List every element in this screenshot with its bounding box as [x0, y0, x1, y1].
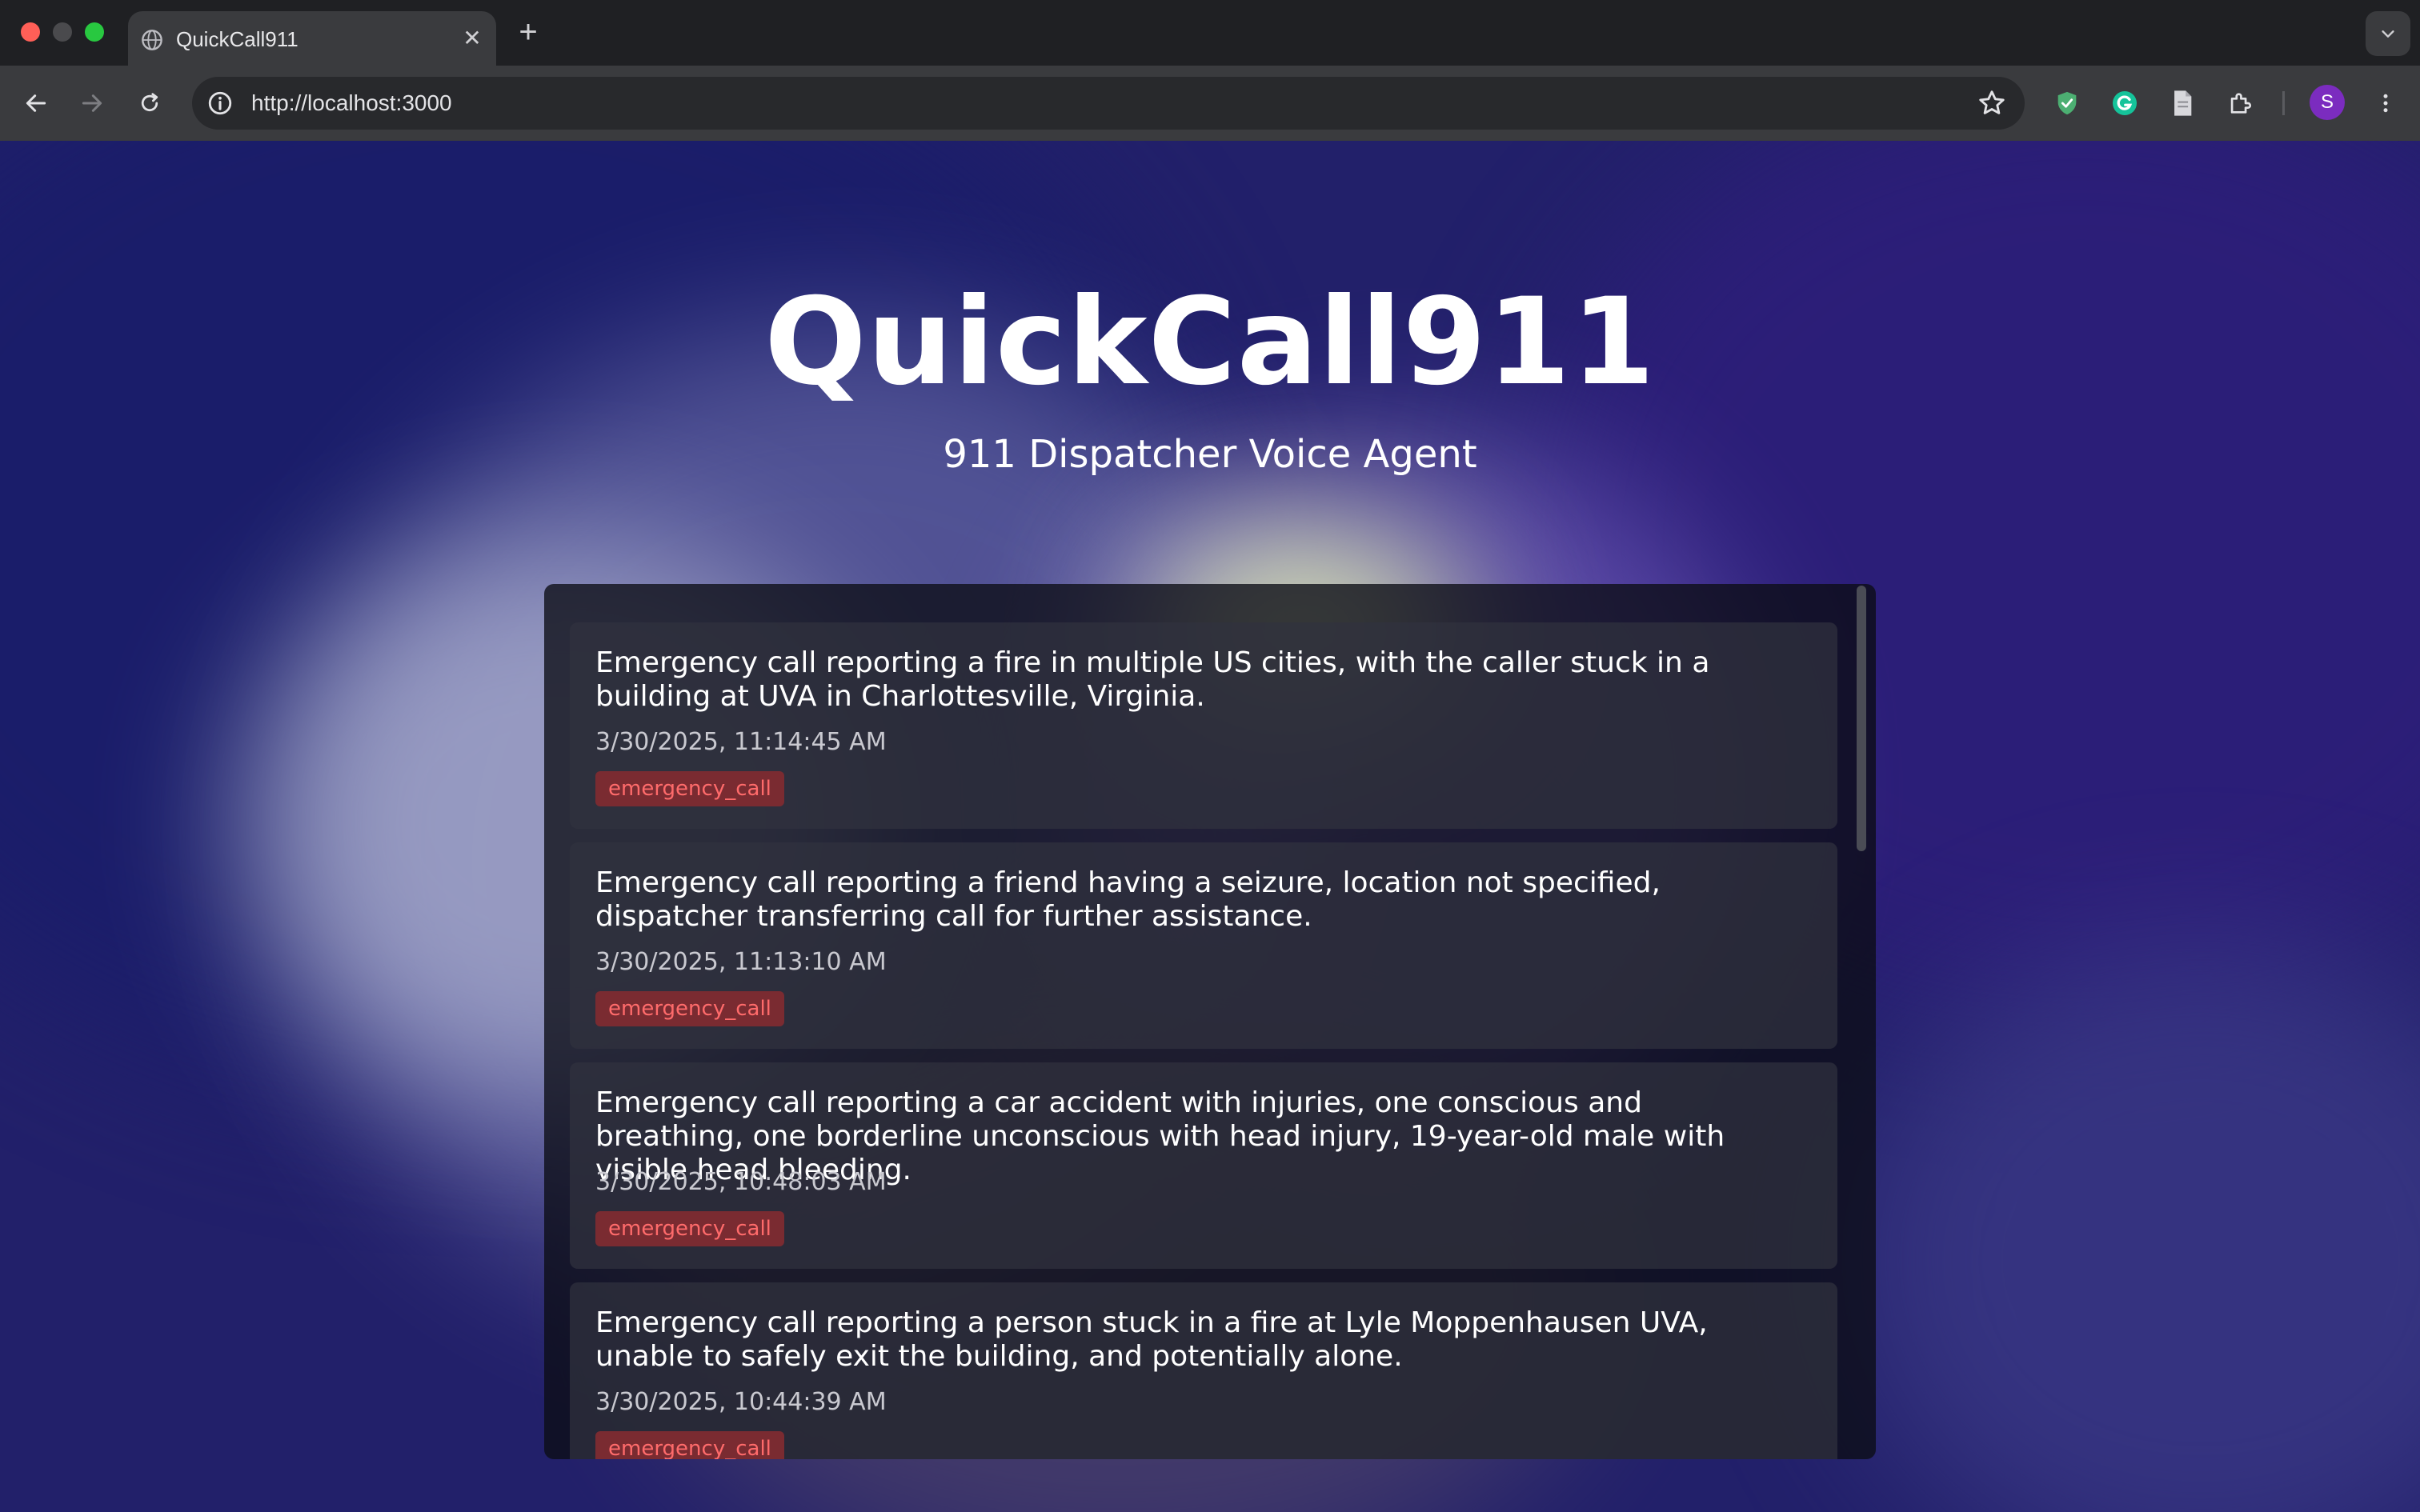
browser-tab-strip: QuickCall911 ✕ +	[0, 0, 2420, 66]
close-window-button[interactable]	[21, 22, 40, 42]
call-type-badge: emergency_call	[595, 771, 784, 806]
tab-quickcall911[interactable]: QuickCall911 ✕	[128, 11, 496, 66]
document-extension-button[interactable]	[2162, 83, 2202, 123]
address-bar[interactable]: http://localhost:3000	[192, 77, 2025, 130]
call-feed-panel[interactable]: Emergency call reporting a fire in multi…	[544, 584, 1876, 1459]
call-type-badge: emergency_call	[595, 991, 784, 1026]
shield-icon	[2057, 91, 2077, 115]
call-timestamp: 3/30/2025, 10:48:03 AM	[595, 1168, 887, 1196]
close-tab-icon[interactable]: ✕	[459, 26, 485, 51]
grammarly-extension-button[interactable]	[2105, 83, 2145, 123]
call-card[interactable]: Emergency call reporting a person stuck …	[570, 1282, 1837, 1459]
arrow-right-icon	[82, 94, 102, 112]
reload-button[interactable]	[130, 83, 170, 123]
page-viewport: QuickCall911 911 Dispatcher Voice Agent …	[0, 141, 2420, 1512]
shield-extension-button[interactable]	[2047, 83, 2087, 123]
arrow-left-icon	[26, 94, 46, 112]
document-icon	[2174, 90, 2192, 116]
new-tab-button[interactable]: +	[514, 16, 543, 48]
call-card[interactable]: Emergency call reporting a fire in multi…	[570, 622, 1837, 829]
call-summary: Emergency call reporting a person stuck …	[595, 1306, 1708, 1373]
browser-menu-button[interactable]	[2366, 83, 2406, 123]
call-card[interactable]: Emergency call reporting a friend having…	[570, 842, 1837, 1049]
call-type-badge: emergency_call	[595, 1431, 784, 1459]
call-summary: Emergency call reporting a friend having…	[595, 866, 1661, 933]
profile-avatar[interactable]: S	[2310, 85, 2345, 120]
site-info-icon[interactable]	[206, 90, 234, 117]
tab-search-button[interactable]	[2366, 11, 2410, 56]
call-card[interactable]: Emergency call reporting a car accident …	[570, 1062, 1837, 1269]
page-subtitle: 911 Dispatcher Voice Agent	[943, 432, 1477, 477]
forward-button[interactable]	[72, 83, 112, 123]
call-timestamp: 3/30/2025, 11:13:10 AM	[595, 948, 887, 976]
call-type-badge: emergency_call	[595, 1211, 784, 1246]
call-timestamp: 3/30/2025, 11:14:45 AM	[595, 728, 887, 756]
bookmark-star-icon[interactable]	[1977, 88, 2007, 118]
globe-icon	[142, 30, 162, 50]
tab-title: QuickCall911	[176, 27, 298, 51]
browser-toolbar: http://localhost:3000	[0, 66, 2420, 141]
grammarly-icon	[2113, 91, 2137, 115]
minimize-window-button[interactable]	[53, 22, 72, 42]
more-vertical-icon	[2383, 94, 2388, 113]
puzzle-piece-icon	[2230, 93, 2252, 114]
toolbar-separator	[2282, 91, 2285, 115]
chevron-down-icon	[2382, 30, 2394, 38]
back-button[interactable]	[16, 83, 56, 123]
page-title: QuickCall911	[764, 273, 1656, 412]
call-summary: Emergency call reporting a fire in multi…	[595, 646, 1710, 713]
call-timestamp: 3/30/2025, 10:44:39 AM	[595, 1388, 887, 1416]
maximize-window-button[interactable]	[85, 22, 104, 42]
extensions-button[interactable]	[2220, 83, 2260, 123]
scrollbar-thumb[interactable]	[1857, 586, 1866, 851]
url-text[interactable]: http://localhost:3000	[251, 90, 452, 117]
reload-icon	[141, 93, 158, 112]
background-gradient	[1841, 941, 2420, 1512]
